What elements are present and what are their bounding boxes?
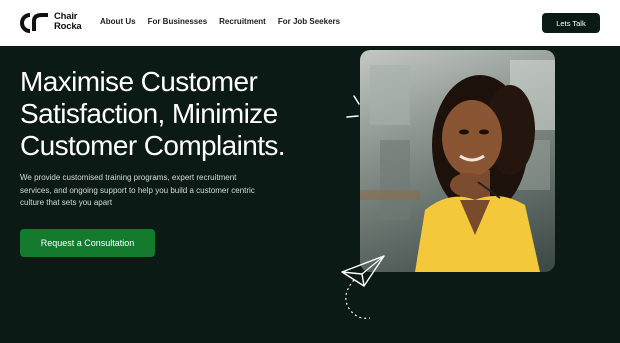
paper-plane-icon [341,255,385,319]
brand-name: Chair Rocka [54,12,82,32]
headline-line-2: Satisfaction, Minimize [20,98,278,129]
request-consultation-button[interactable]: Request a Consultation [20,229,155,257]
nav-recruitment[interactable]: Recruitment [219,17,266,26]
woman-portrait-image [360,60,555,272]
logo-mark-icon [20,13,48,33]
hero-photo [360,50,555,272]
headline-line-1: Maximise Customer [20,66,258,97]
brand-name-line2: Rocka [54,21,82,32]
nav-for-businesses[interactable]: For Businesses [148,17,208,26]
nav-for-job-seekers[interactable]: For Job Seekers [278,17,340,26]
top-navbar: Chair Rocka About Us For Businesses Recr… [0,0,620,46]
hero-description: We provide customised training programs,… [20,173,255,207]
lets-talk-button[interactable]: Lets Talk [542,13,600,33]
brand-logo[interactable]: Chair Rocka [20,11,90,35]
hero-headline: Maximise Customer Satisfaction, Minimize… [20,66,320,162]
nav-about-us[interactable]: About Us [100,17,136,26]
headline-line-3: Customer Complaints. [20,130,286,161]
main-nav: About Us For Businesses Recruitment For … [100,17,340,26]
